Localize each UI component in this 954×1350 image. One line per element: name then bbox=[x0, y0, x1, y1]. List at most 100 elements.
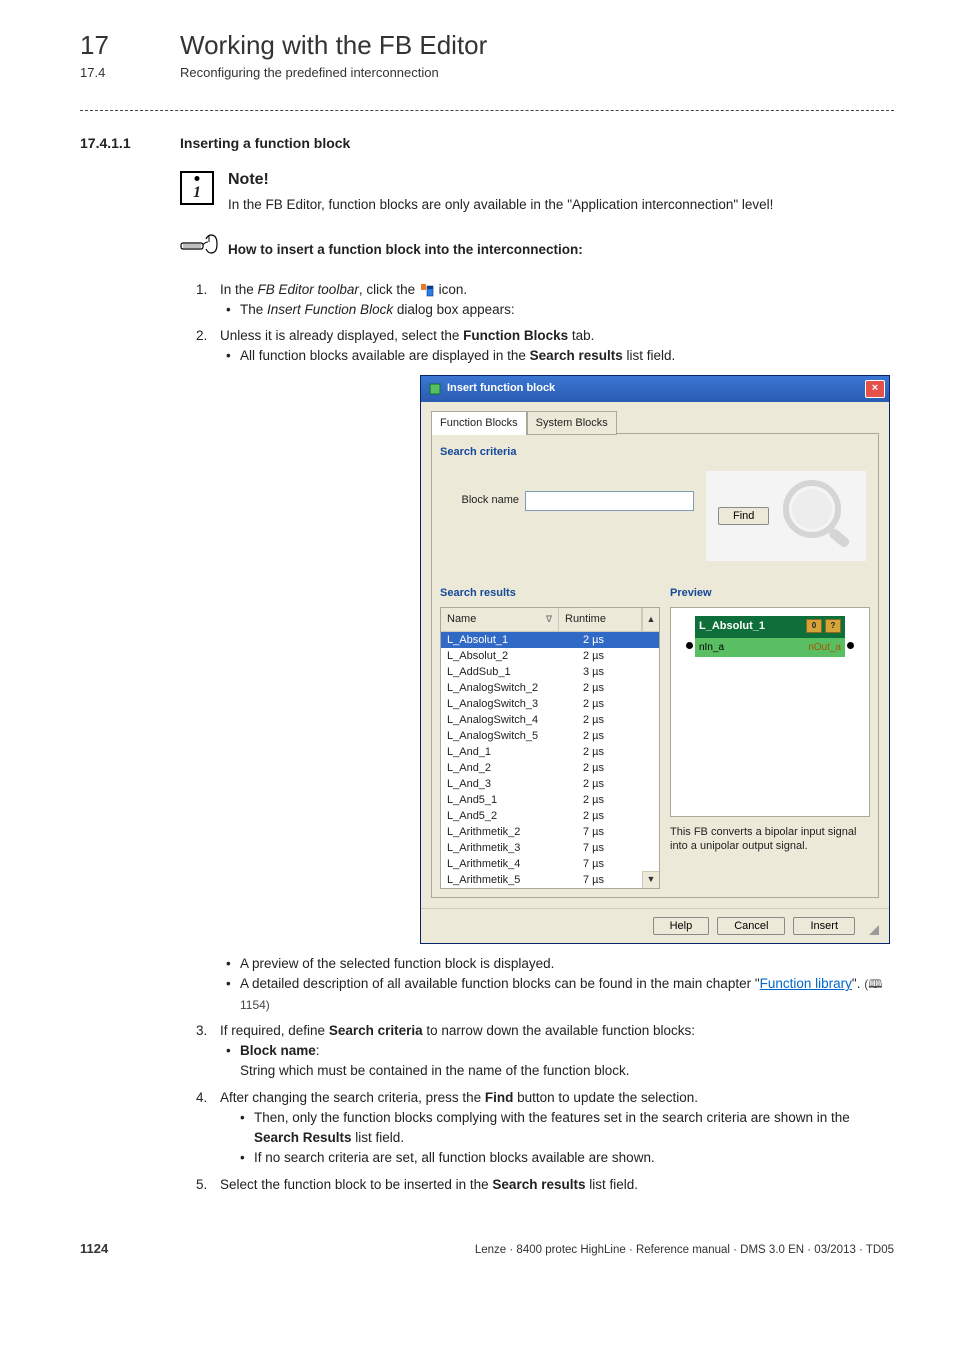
col-runtime-header[interactable]: Runtime bbox=[559, 608, 642, 631]
dialog-title: Insert function block bbox=[447, 380, 555, 397]
preview-block: L_Absolut_1 0 ? bbox=[695, 616, 845, 657]
cell-runtime: 2 µs bbox=[577, 792, 659, 808]
text-bold: Search results bbox=[492, 1177, 585, 1192]
table-row[interactable]: L_Absolut_22 µs bbox=[441, 648, 659, 664]
text: to narrow down the available function bl… bbox=[423, 1023, 695, 1038]
chapter-number: 17 bbox=[80, 30, 180, 61]
step-5: Select the function block to be inserted… bbox=[220, 1175, 894, 1195]
tab-function-blocks[interactable]: Function Blocks bbox=[431, 411, 527, 436]
cell-runtime: 3 µs bbox=[577, 664, 659, 680]
text: button to update the selection. bbox=[513, 1090, 698, 1105]
text: Then, only the function blocks complying… bbox=[254, 1110, 850, 1125]
text-italic: Insert Function Block bbox=[267, 302, 393, 317]
blockname-label: Block name bbox=[444, 492, 519, 509]
table-row[interactable]: L_And_32 µs bbox=[441, 776, 659, 792]
note-text: In the FB Editor, function blocks are on… bbox=[228, 195, 773, 215]
cancel-button[interactable]: Cancel bbox=[717, 917, 785, 935]
subsection-number: 17.4.1.1 bbox=[80, 135, 180, 151]
table-row[interactable]: L_Arithmetik_27 µs bbox=[441, 824, 659, 840]
table-row[interactable]: L_Arithmetik_57 µs bbox=[441, 872, 659, 888]
cell-runtime: 2 µs bbox=[577, 632, 659, 648]
table-row[interactable]: L_Arithmetik_37 µs bbox=[441, 840, 659, 856]
preview-port-out: nOut_a bbox=[808, 640, 841, 655]
section-number: 17.4 bbox=[80, 65, 180, 80]
cell-name: L_Absolut_2 bbox=[441, 648, 577, 664]
table-row[interactable]: L_AddSub_13 µs bbox=[441, 664, 659, 680]
dialog-titlebar: Insert function block × bbox=[421, 376, 889, 402]
step-2: Unless it is already displayed, select t… bbox=[220, 326, 894, 1015]
cell-name: L_And_3 bbox=[441, 776, 577, 792]
table-row[interactable]: L_Arithmetik_47 µs bbox=[441, 856, 659, 872]
table-row[interactable]: L_Absolut_12 µs bbox=[441, 632, 659, 648]
text-bold: Find bbox=[485, 1090, 514, 1105]
table-row[interactable]: L_And_12 µs bbox=[441, 744, 659, 760]
section-title: Reconfiguring the predefined interconnec… bbox=[180, 65, 439, 80]
step-2-bullet-3: A detailed description of all available … bbox=[240, 974, 894, 1015]
step-1: In the FB Editor toolbar, click the icon… bbox=[220, 280, 894, 321]
search-results-heading: Search results bbox=[440, 585, 660, 602]
preview-port-in: nIn_a bbox=[699, 640, 724, 655]
text-bold: Search results bbox=[530, 348, 623, 363]
text: If required, define bbox=[220, 1023, 329, 1038]
table-row[interactable]: L_AnalogSwitch_22 µs bbox=[441, 680, 659, 696]
function-library-link[interactable]: Function library bbox=[760, 976, 852, 991]
cell-name: L_AddSub_1 bbox=[441, 664, 577, 680]
scroll-down-icon[interactable]: ▼ bbox=[642, 871, 659, 888]
cell-name: L_Arithmetik_4 bbox=[441, 856, 577, 872]
resize-grip-icon[interactable] bbox=[867, 923, 879, 935]
magnifier-icon bbox=[742, 475, 862, 555]
text: In the bbox=[220, 282, 258, 297]
text-bold: Search Results bbox=[254, 1130, 352, 1145]
cell-name: L_And_2 bbox=[441, 760, 577, 776]
table-row[interactable]: L_AnalogSwitch_42 µs bbox=[441, 712, 659, 728]
text: tab. bbox=[568, 328, 594, 343]
cell-runtime: 2 µs bbox=[577, 760, 659, 776]
close-icon[interactable]: × bbox=[865, 380, 885, 398]
cell-name: L_Arithmetik_2 bbox=[441, 824, 577, 840]
text-bold: Block name bbox=[240, 1043, 316, 1058]
text-bold: Function Blocks bbox=[463, 328, 568, 343]
results-table: Name ∇ Runtime ▲ bbox=[440, 607, 660, 889]
blockname-input[interactable] bbox=[525, 491, 694, 511]
cell-name: L_AnalogSwitch_4 bbox=[441, 712, 577, 728]
info-icon: 1 bbox=[180, 171, 214, 205]
cell-name: L_Arithmetik_3 bbox=[441, 840, 577, 856]
cell-runtime: 7 µs bbox=[577, 840, 659, 856]
text-bold: Search criteria bbox=[329, 1023, 423, 1038]
preview-block-title: L_Absolut_1 bbox=[699, 618, 765, 635]
step-2-bullet-1: All function blocks available are displa… bbox=[240, 346, 894, 366]
step-2-bullet-2: A preview of the selected function block… bbox=[240, 954, 894, 974]
text: , click the bbox=[359, 282, 419, 297]
table-row[interactable]: L_And_22 µs bbox=[441, 760, 659, 776]
cell-name: L_AnalogSwitch_3 bbox=[441, 696, 577, 712]
table-row[interactable]: L_And5_22 µs bbox=[441, 808, 659, 824]
help-button[interactable]: Help bbox=[653, 917, 710, 935]
cell-runtime: 2 µs bbox=[577, 696, 659, 712]
table-row[interactable]: L_AnalogSwitch_32 µs bbox=[441, 696, 659, 712]
text-italic: FB Editor toolbar bbox=[258, 282, 359, 297]
preview-description: This FB converts a bipolar input signal … bbox=[670, 825, 870, 885]
tab-system-blocks[interactable]: System Blocks bbox=[527, 411, 617, 436]
col-name-header[interactable]: Name ∇ bbox=[441, 608, 559, 631]
cell-runtime: 2 µs bbox=[577, 728, 659, 744]
table-row[interactable]: L_And5_12 µs bbox=[441, 792, 659, 808]
cell-name: L_Absolut_1 bbox=[441, 632, 577, 648]
text: ". bbox=[852, 976, 864, 991]
insert-fb-icon bbox=[419, 283, 435, 297]
cell-runtime: 2 µs bbox=[577, 744, 659, 760]
col-name-label: Name bbox=[447, 611, 476, 628]
cell-name: L_And5_2 bbox=[441, 808, 577, 824]
insert-button[interactable]: Insert bbox=[793, 917, 855, 935]
app-icon bbox=[429, 383, 441, 395]
cell-name: L_AnalogSwitch_2 bbox=[441, 680, 577, 696]
sort-icon: ∇ bbox=[546, 613, 552, 627]
cell-runtime: 2 µs bbox=[577, 712, 659, 728]
text: Select the function block to be inserted… bbox=[220, 1177, 492, 1192]
step-3-bullet-1: Block name: String which must be contain… bbox=[240, 1041, 894, 1082]
mouse-icon bbox=[180, 233, 220, 266]
text: : bbox=[316, 1043, 320, 1058]
table-row[interactable]: L_AnalogSwitch_52 µs bbox=[441, 728, 659, 744]
scroll-up-icon[interactable]: ▲ bbox=[642, 608, 659, 631]
step-3: If required, define Search criteria to n… bbox=[220, 1021, 894, 1082]
cell-name: L_And5_1 bbox=[441, 792, 577, 808]
